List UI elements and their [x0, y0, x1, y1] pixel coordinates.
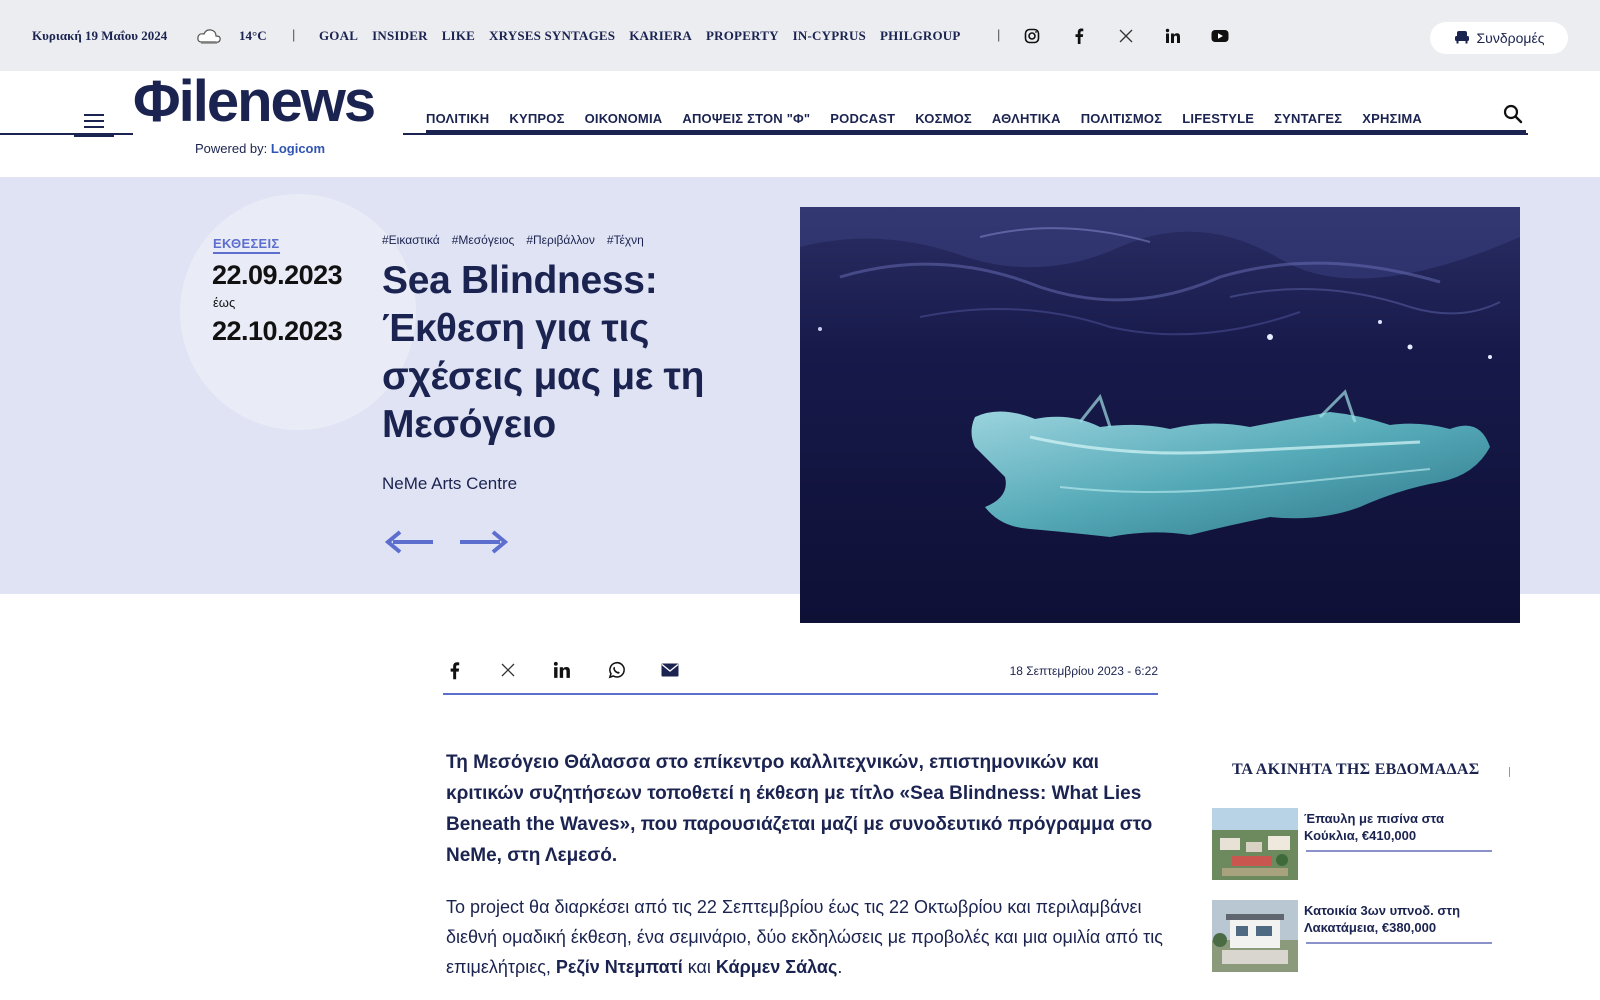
- previous-arrow-button[interactable]: [384, 527, 435, 557]
- network-link-property[interactable]: PROPERTY: [706, 28, 779, 44]
- divider: |: [997, 27, 1001, 42]
- top-utility-bar: Κυριακή 19 Μαΐου 2024 14°C | GOAL INSIDE…: [0, 0, 1600, 71]
- email-icon[interactable]: [659, 659, 681, 681]
- tag-link[interactable]: #Εικαστικά: [382, 233, 440, 247]
- nav-athlitika[interactable]: ΑΘΛΗΤΙΚΑ: [992, 111, 1061, 126]
- article-tags: #Εικαστικά #Μεσόγειος #Περιβάλλον #Τέχνη: [382, 233, 644, 247]
- nav-oikonomia[interactable]: ΟΙΚΟΝΟΜΙΑ: [585, 111, 663, 126]
- x-icon[interactable]: [497, 659, 519, 681]
- temperature: 14°C: [239, 28, 267, 43]
- event-start-date: 22.09.2023: [212, 260, 343, 290]
- property-title: Έπαυλη με πισίνα στα Κούκλια, €410,000: [1304, 811, 1444, 843]
- facebook-icon[interactable]: [443, 659, 465, 681]
- divider: |: [292, 27, 296, 42]
- article-title: Sea Blindness: Έκθεση για τις σχέσεις μα…: [382, 259, 705, 446]
- nav-apopseis[interactable]: ΑΠΟΨΕΙΣ ΣΤΟΝ "Φ": [682, 111, 810, 126]
- event-date-separator: έως: [213, 295, 236, 310]
- network-link-goal[interactable]: GOAL: [319, 28, 358, 44]
- next-arrow-button[interactable]: [458, 527, 509, 557]
- curator-name: Κάρμεν Σάλας: [715, 957, 838, 977]
- nav-podcast[interactable]: PODCAST: [830, 111, 895, 126]
- x-icon[interactable]: [1116, 26, 1136, 46]
- network-links: GOAL INSIDER LIKE XRYSES SYNTAGES KARIER…: [319, 28, 961, 44]
- article-paragraph: Το project θα διαρκέσει από τις 22 Σεπτε…: [446, 892, 1166, 982]
- network-link-in-cyprus[interactable]: IN-CYPRUS: [793, 28, 866, 44]
- property-thumbnail: [1212, 808, 1298, 880]
- social-links: [1022, 26, 1230, 46]
- linkedin-icon[interactable]: [1163, 26, 1183, 46]
- category-link[interactable]: ΕΚΘΕΣΕΙΣ: [213, 236, 280, 254]
- facebook-icon[interactable]: [1069, 26, 1089, 46]
- search-button[interactable]: [1503, 104, 1525, 126]
- current-date: Κυριακή 19 Μαΐου 2024: [32, 28, 168, 43]
- article-hero-image: [800, 207, 1520, 623]
- arrow-right-icon: [458, 530, 509, 561]
- paragraph-text: και: [682, 957, 716, 977]
- event-venue: NeMe Arts Centre: [382, 474, 518, 493]
- subscriptions-button[interactable]: Συνδρομές: [1430, 22, 1568, 54]
- powered-by-brand: Logicom: [270, 141, 326, 156]
- nav-kypros[interactable]: ΚΥΠΡΟΣ: [509, 111, 564, 126]
- menu-button[interactable]: [74, 105, 114, 136]
- nav-syntages[interactable]: ΣΥΝΤΑΓΕΣ: [1274, 111, 1342, 126]
- main-navigation-underline: [426, 130, 1526, 134]
- arrow-left-icon: [384, 530, 435, 561]
- linkedin-icon[interactable]: [551, 659, 573, 681]
- instagram-icon[interactable]: [1022, 26, 1042, 46]
- network-link-xryses-syntages[interactable]: XRYSES SYNTAGES: [489, 28, 615, 44]
- property-title: Κατοικία 3ων υπνοδ. στη Λακατάμεια, €380…: [1304, 903, 1461, 935]
- menu-button-underline: [74, 133, 114, 137]
- nav-xrisima[interactable]: ΧΡΗΣΙΜΑ: [1362, 111, 1422, 126]
- logo-wordmark: Φilenews: [133, 69, 376, 134]
- cloud-icon: [196, 26, 222, 46]
- property-divider: [1306, 942, 1492, 944]
- sidebar-title-marker: [1509, 767, 1510, 777]
- property-divider: [1306, 850, 1492, 852]
- share-bar: 18 Σεπτεμβρίου 2023 - 6:22: [443, 646, 1158, 695]
- tag-link[interactable]: #Τέχνη: [607, 233, 644, 247]
- property-item[interactable]: Κατοικία 3ων υπνοδ. στη Λακατάμεια, €380…: [1212, 900, 1494, 974]
- network-link-insider[interactable]: INSIDER: [372, 28, 428, 44]
- nav-kosmos[interactable]: ΚΟΣΜΟΣ: [915, 111, 972, 126]
- powered-by-label: Powered by:: [195, 141, 268, 156]
- decorative-circle: [180, 194, 416, 430]
- sidebar-title: ΤΑ ΑΚΙΝΗΤΑ ΤΗΣ ΕΒΔΟΜΑΔΑΣ: [1232, 761, 1480, 778]
- network-link-philgroup[interactable]: PHILGROUP: [880, 28, 961, 44]
- tag-link[interactable]: #Περιβάλλον: [526, 233, 595, 247]
- publish-date: 18 Σεπτεμβρίου 2023 - 6:22: [1009, 664, 1158, 678]
- tag-link[interactable]: #Μεσόγειος: [452, 233, 515, 247]
- network-link-like[interactable]: LIKE: [442, 28, 475, 44]
- network-link-kariera[interactable]: KARIERA: [629, 28, 692, 44]
- event-end-date: 22.10.2023: [212, 316, 343, 346]
- site-header: Φilenews Powered by: Logicom ΠΟΛΙΤΙΚΗ ΚΥ…: [0, 71, 1600, 177]
- subscriptions-label: Συνδρομές: [1476, 30, 1545, 46]
- armchair-icon: [1454, 30, 1470, 47]
- curator-name: Ρεζίν Ντεμπατί: [555, 957, 683, 977]
- property-thumbnail: [1212, 900, 1298, 972]
- article-lead: Τη Μεσόγειο Θάλασσα στο επίκεντρο καλλιτ…: [446, 752, 1153, 866]
- nav-lifestyle[interactable]: LIFESTYLE: [1182, 111, 1254, 126]
- powered-by: Powered by: Logicom: [195, 141, 325, 156]
- nav-politismos[interactable]: ΠΟΛΙΤΙΣΜΟΣ: [1081, 111, 1163, 126]
- whatsapp-icon[interactable]: [605, 659, 627, 681]
- nav-politiki[interactable]: ΠΟΛΙΤΙΚΗ: [426, 111, 489, 126]
- youtube-icon[interactable]: [1210, 26, 1230, 46]
- site-logo[interactable]: Φilenews Powered by: Logicom: [133, 73, 403, 156]
- property-item[interactable]: Έπαυλη με πισίνα στα Κούκλια, €410,000: [1212, 808, 1494, 882]
- share-buttons: [443, 659, 681, 681]
- search-icon: [1503, 104, 1523, 128]
- paragraph-text: .: [837, 957, 843, 977]
